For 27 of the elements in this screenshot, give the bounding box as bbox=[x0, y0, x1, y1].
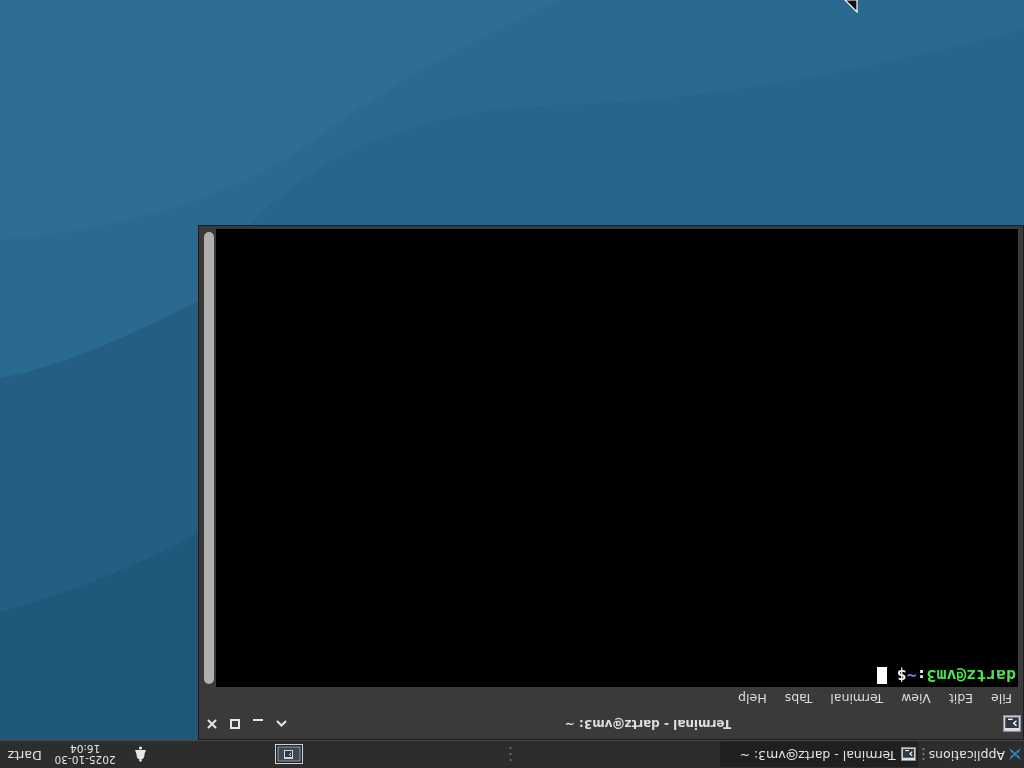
menu-item[interactable]: Tabs bbox=[784, 691, 813, 705]
text-cursor bbox=[876, 667, 887, 684]
drag-handle-icon bbox=[921, 747, 925, 762]
menu-item[interactable]: Terminal bbox=[830, 691, 884, 705]
menu-item[interactable]: File bbox=[991, 691, 1012, 705]
close-icon bbox=[207, 719, 218, 729]
menu-item[interactable]: Help bbox=[738, 691, 767, 705]
workspace-pager[interactable] bbox=[274, 744, 303, 765]
clock-date: 2025-10-30 bbox=[54, 754, 116, 766]
cross-logo-icon bbox=[1008, 747, 1022, 762]
menu-item[interactable]: Edit bbox=[948, 691, 974, 705]
taskbar-button[interactable]: Terminal - dartz@vm3: ~ bbox=[719, 741, 918, 768]
user-menu[interactable]: Dartz bbox=[7, 748, 42, 761]
terminal-icon bbox=[900, 747, 916, 762]
terminal-icon bbox=[1003, 715, 1021, 733]
maximize-icon bbox=[230, 719, 241, 729]
menu-item[interactable]: View bbox=[901, 691, 931, 705]
mouse-pointer-icon bbox=[844, 0, 858, 13]
minimize-icon bbox=[253, 719, 264, 721]
window-title: Terminal - dartz@vm3: ~ bbox=[563, 716, 733, 733]
drag-handle-icon bbox=[508, 746, 512, 763]
terminal-prompt: dartz@vm3 : ~ $ bbox=[895, 667, 1016, 684]
scrollbar-thumb[interactable] bbox=[204, 232, 214, 684]
bell-icon bbox=[133, 746, 147, 763]
applications-menu[interactable]: Applications bbox=[928, 748, 1005, 761]
clock-time: 16:04 bbox=[70, 743, 101, 755]
chevron-up-icon bbox=[276, 720, 287, 728]
